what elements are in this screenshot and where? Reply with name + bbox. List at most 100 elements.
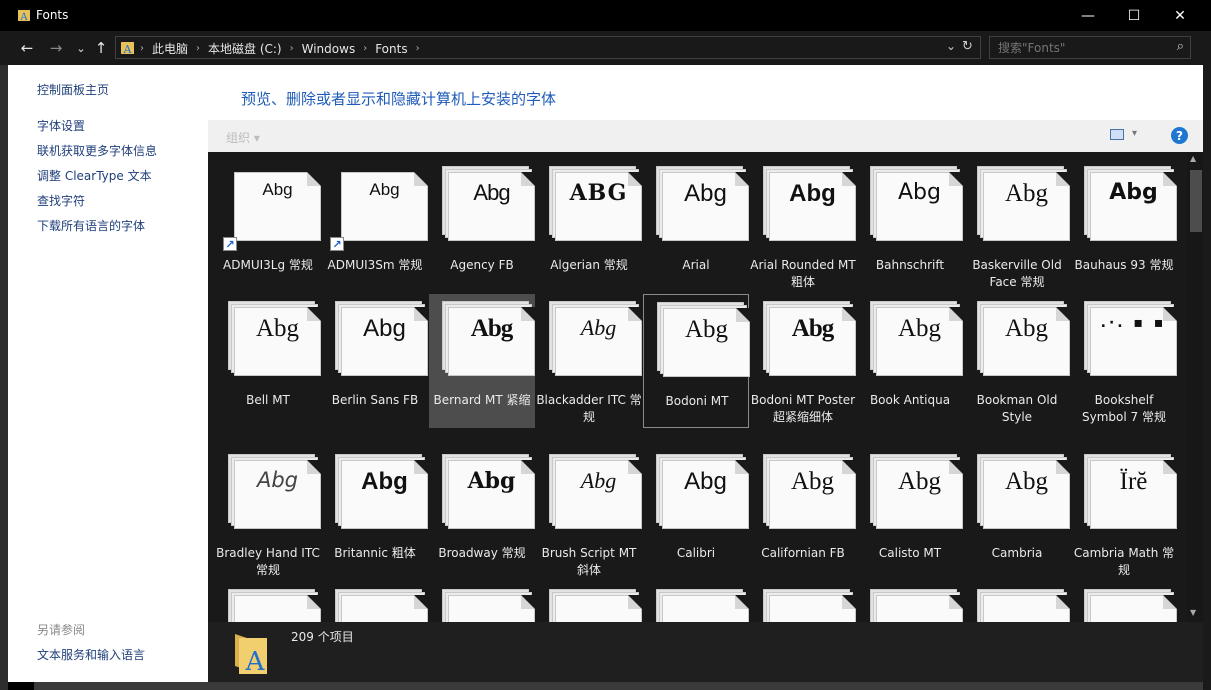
recent-locations-button[interactable]: ⌄ xyxy=(70,37,92,59)
font-tile[interactable]: Abg Bookman Old Style xyxy=(964,294,1070,428)
shortcut-arrow-icon: ↗ xyxy=(223,237,237,251)
font-tile[interactable]: Ïrĕ Cambria Math 常规 xyxy=(1071,447,1177,581)
background-window-edge xyxy=(1203,65,1211,690)
font-tile[interactable]: Abg Arial xyxy=(643,159,749,293)
breadcrumb-local-disk[interactable]: 本地磁盘 (C:) xyxy=(208,40,282,57)
font-tile[interactable]: Abg ↗ ADMUI3Sm 常规 xyxy=(322,159,428,293)
font-tile[interactable] xyxy=(964,582,1070,622)
font-name: Berlin Sans FB xyxy=(331,393,419,407)
control-panel-home-link[interactable]: 控制面板主页 xyxy=(37,81,109,98)
maximize-button[interactable]: ☐ xyxy=(1111,0,1157,31)
font-tile[interactable] xyxy=(536,582,642,622)
see-also-heading: 另请参阅 xyxy=(37,623,86,637)
download-fonts-link[interactable]: 下载所有语言的字体 xyxy=(37,217,145,234)
font-sample: Abg xyxy=(580,315,617,340)
font-file-icon: Abg xyxy=(977,301,1070,376)
font-file-icon xyxy=(1084,589,1177,622)
get-more-font-info-link[interactable]: 联机获取更多字体信息 xyxy=(37,142,157,159)
font-tile[interactable]: Abg Bahnschrift xyxy=(857,159,963,293)
font-page xyxy=(1090,595,1177,622)
organize-menu[interactable]: 组织 ▾ xyxy=(226,129,260,146)
font-file-icon: Abg xyxy=(870,454,963,529)
font-file-icon xyxy=(656,589,749,622)
font-tile[interactable] xyxy=(643,582,749,622)
refresh-icon[interactable]: ↻ xyxy=(962,39,973,54)
text-services-link[interactable]: 文本服务和输入语言 xyxy=(37,646,145,663)
details-pane: A 209 个项目 xyxy=(208,622,1203,682)
font-tile[interactable]: Abg Brush Script MT 斜体 xyxy=(536,447,642,581)
font-tile[interactable]: Abg Bodoni MT Poster 超紧缩细体 xyxy=(750,294,856,428)
svg-text:A: A xyxy=(123,43,133,55)
font-file-icon xyxy=(763,589,856,622)
adjust-cleartype-link[interactable]: 调整 ClearType 文本 xyxy=(37,167,152,184)
font-settings-link[interactable]: 字体设置 xyxy=(37,117,85,134)
task-pane: 控制面板主页 字体设置 联机获取更多字体信息 调整 ClearType 文本 查… xyxy=(8,65,208,682)
breadcrumb-fonts[interactable]: Fonts xyxy=(375,42,407,56)
font-name: Agency FB xyxy=(450,258,514,272)
minimize-button[interactable]: — xyxy=(1065,0,1111,31)
font-tile[interactable]: Abg Calibri xyxy=(643,447,749,581)
font-name: Blackadder ITC 常规 xyxy=(536,393,642,424)
font-page xyxy=(876,595,963,622)
scroll-down-icon[interactable]: ▼ xyxy=(1190,608,1196,617)
scrollbar-thumb[interactable] xyxy=(1190,170,1202,232)
font-file-icon: Abg xyxy=(442,166,535,241)
font-tile[interactable]: Abg Bradley Hand ITC 常规 xyxy=(215,447,321,581)
font-tile[interactable]: ABG Algerian 常规 xyxy=(536,159,642,293)
forward-button[interactable]: → xyxy=(45,37,67,59)
back-button[interactable]: ← xyxy=(16,37,38,59)
font-tile[interactable]: Abg Bernard MT 紧缩 xyxy=(429,294,535,428)
font-tile[interactable] xyxy=(429,582,535,622)
fonts-folder-icon: A xyxy=(18,10,30,22)
font-sample: Abg xyxy=(1004,315,1049,342)
font-tile[interactable] xyxy=(750,582,856,622)
font-tile[interactable]: Abg Britannic 粗体 xyxy=(322,447,428,581)
font-tile[interactable]: Abg Bauhaus 93 常规 xyxy=(1071,159,1177,293)
search-icon[interactable]: ⌕ xyxy=(1177,39,1184,54)
font-tile[interactable]: Abg Calisto MT xyxy=(857,447,963,581)
font-tile[interactable] xyxy=(322,582,428,622)
font-tile[interactable]: Abg Arial Rounded MT 粗体 xyxy=(750,159,856,293)
font-page xyxy=(234,595,321,622)
font-tile[interactable]: Abg Bodoni MT xyxy=(643,294,750,428)
font-tile[interactable]: Abg Berlin Sans FB xyxy=(322,294,428,428)
font-tile[interactable]: Abg Bell MT xyxy=(215,294,321,428)
font-tile[interactable]: .·. ▪ ▪ Bookshelf Symbol 7 常规 xyxy=(1071,294,1177,428)
vertical-scrollbar[interactable]: ▲ ▼ xyxy=(1187,152,1203,622)
search-box[interactable]: ⌕ xyxy=(989,36,1191,59)
breadcrumb-this-pc[interactable]: 此电脑 xyxy=(152,40,188,57)
font-tile[interactable]: Abg ↗ ADMUI3Lg 常规 xyxy=(215,159,321,293)
breadcrumb-windows[interactable]: Windows xyxy=(302,42,356,56)
fonts-folder-icon: A xyxy=(235,634,267,674)
font-tile[interactable]: Abg Baskerville Old Face 常规 xyxy=(964,159,1070,293)
address-dropdown-icon[interactable]: ⌄ xyxy=(946,39,956,53)
font-tile[interactable]: Abg Blackadder ITC 常规 xyxy=(536,294,642,428)
font-tile[interactable] xyxy=(215,582,321,622)
font-page xyxy=(448,595,535,622)
svg-text:A: A xyxy=(245,647,266,674)
font-name: Arial xyxy=(682,258,710,272)
font-sample: Abg xyxy=(361,468,408,495)
font-tile[interactable]: Abg Agency FB xyxy=(429,159,535,293)
font-tile[interactable]: Abg Book Antiqua xyxy=(857,294,963,428)
font-name: Bahnschrift xyxy=(875,258,945,272)
font-tile[interactable]: Abg Broadway 常规 xyxy=(429,447,535,581)
view-icon[interactable] xyxy=(1110,129,1124,140)
font-tile[interactable] xyxy=(1071,582,1177,622)
font-file-icon xyxy=(442,589,535,622)
up-button[interactable]: ↑ xyxy=(90,37,112,59)
close-button[interactable]: ✕ xyxy=(1157,0,1203,31)
font-name: Broadway 常规 xyxy=(438,546,526,560)
font-file-icon xyxy=(549,589,642,622)
font-tile[interactable]: Abg Cambria xyxy=(964,447,1070,581)
font-sample: Abg xyxy=(470,315,513,342)
find-character-link[interactable]: 查找字符 xyxy=(37,192,85,209)
search-input[interactable] xyxy=(998,39,1168,56)
chevron-right-icon: › xyxy=(289,43,294,54)
font-tile[interactable]: Abg Californian FB xyxy=(750,447,856,581)
view-dropdown-icon[interactable]: ▾ xyxy=(1132,128,1137,139)
font-tile[interactable] xyxy=(857,582,963,622)
help-button[interactable]: ? xyxy=(1171,127,1188,144)
address-bar[interactable]: A › 此电脑 › 本地磁盘 (C:) › Windows › Fonts › … xyxy=(115,36,981,59)
scroll-up-icon[interactable]: ▲ xyxy=(1190,154,1196,163)
